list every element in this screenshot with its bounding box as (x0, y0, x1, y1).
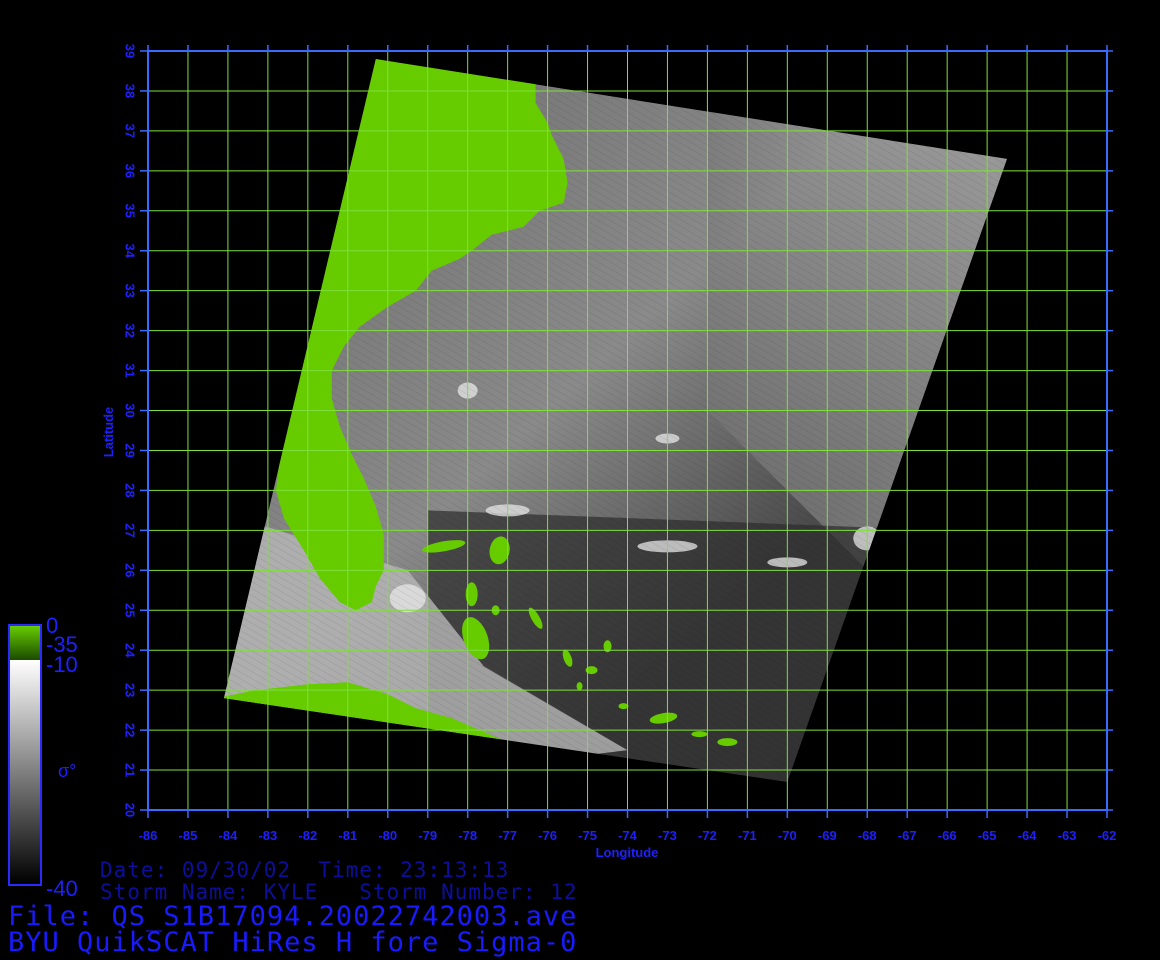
latitude-tick-label: 39 (123, 44, 138, 58)
longitude-tick-labels: -86 -85 -84 -83 -82 -81 -80 -79 -78 -77 -76 -75 -74 -… (139, 828, 1117, 843)
longitude-tick-label: -85 (179, 828, 198, 843)
latitude-tick-label: 35 (123, 204, 138, 218)
latitude-tick-label: 32 (123, 323, 138, 337)
longitude-tick-label: -76 (538, 828, 557, 843)
latitude-tick-label: 36 (123, 164, 138, 178)
product-line: BYU QuikSCAT HiRes H fore Sigma-0 (8, 927, 578, 958)
latitude-tick-label: 25 (123, 603, 138, 617)
longitude-tick-label: -82 (298, 828, 317, 843)
colorbar-land-segment (10, 626, 40, 660)
longitude-tick-label: -86 (139, 828, 158, 843)
colorbar-sigma0-segment (10, 660, 40, 884)
sigma0-symbol: σ° (58, 761, 77, 781)
longitude-tick-label: -74 (618, 828, 638, 843)
latitude-tick-label: 20 (123, 803, 138, 817)
latitude-tick-label: 24 (123, 643, 138, 658)
longitude-tick-label: -67 (898, 828, 917, 843)
latitude-tick-label: 21 (123, 763, 138, 777)
latitude-tick-label: 27 (123, 523, 138, 537)
latitude-tick-label: 33 (123, 283, 138, 297)
longitude-tick-label: -71 (738, 828, 757, 843)
longitude-tick-label: -63 (1058, 828, 1077, 843)
latitude-tick-label: 34 (123, 244, 138, 259)
longitude-tick-label: -73 (658, 828, 677, 843)
longitude-tick-label: -68 (858, 828, 877, 843)
longitude-tick-label: -69 (818, 828, 837, 843)
latitude-tick-label: 37 (123, 124, 138, 138)
longitude-axis-label: Longitude (596, 845, 659, 860)
map-plot: -86 -85 -84 -83 -82 -81 -80 -79 -78 -77 -76 -75 -74 -… (101, 44, 1117, 860)
latitude-tick-label: 29 (123, 443, 138, 457)
latitude-tick-label: 22 (123, 723, 138, 737)
longitude-tick-label: -84 (219, 828, 239, 843)
latitude-tick-label: 30 (123, 403, 138, 417)
latitude-tick-label: 26 (123, 563, 138, 577)
latitude-tick-labels: 20 21 22 23 24 25 26 27 28 29 30 31 32 33 34 35 36 37 38 39 (123, 44, 138, 817)
colorbar-mid-label: -10 (46, 652, 78, 677)
longitude-tick-label: -81 (338, 828, 357, 843)
latitude-tick-label: 23 (123, 683, 138, 697)
longitude-tick-label: -83 (258, 828, 277, 843)
date-time-line: Date: 09/30/02 Time: 23:13:13 (100, 858, 510, 882)
latitude-tick-label: 28 (123, 483, 138, 497)
longitude-tick-label: -78 (458, 828, 477, 843)
longitude-tick-label: -75 (578, 828, 597, 843)
latitude-tick-label: 38 (123, 84, 138, 98)
sigma0-colorbar (8, 624, 42, 886)
latitude-axis-label: Latitude (101, 407, 116, 458)
scatterometer-swath (223, 59, 1008, 782)
longitude-tick-label: -65 (978, 828, 997, 843)
longitude-tick-label: -62 (1098, 828, 1117, 843)
longitude-tick-label: -64 (1018, 828, 1038, 843)
longitude-tick-label: -79 (418, 828, 437, 843)
longitude-tick-label: -70 (778, 828, 797, 843)
latitude-tick-label: 31 (123, 363, 138, 377)
longitude-tick-label: -66 (938, 828, 957, 843)
colorbar-bottom-label: -40 (46, 876, 78, 901)
longitude-tick-label: -77 (498, 828, 517, 843)
longitude-tick-label: -72 (698, 828, 717, 843)
longitude-tick-label: -80 (378, 828, 397, 843)
